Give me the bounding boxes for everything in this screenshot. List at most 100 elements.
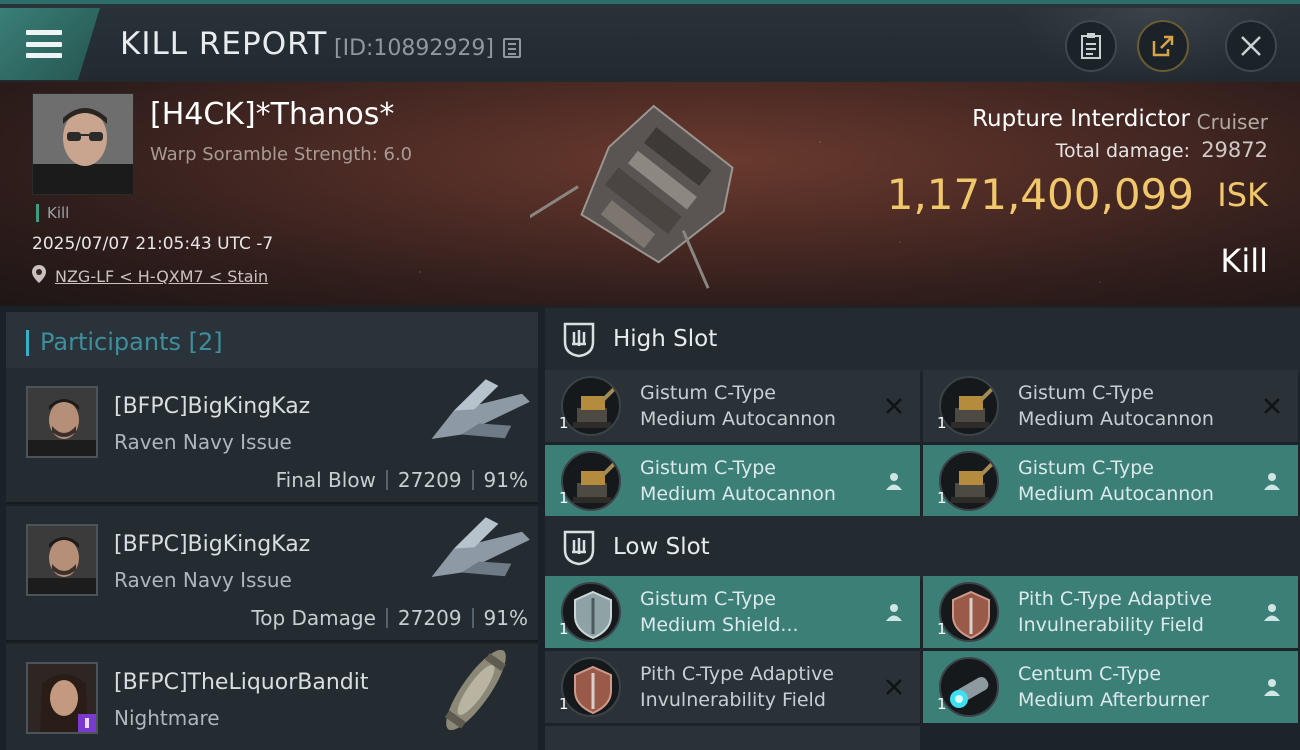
module-quantity: 1 xyxy=(937,489,947,507)
participant-row[interactable]: [BFPC]TheLiquorBandit Nightmare xyxy=(6,644,538,750)
module-quantity: 1 xyxy=(937,414,947,432)
module-quantity: 1 xyxy=(559,695,569,713)
share-icon xyxy=(1152,35,1174,57)
module-slot[interactable] xyxy=(545,726,920,750)
module-name: Pith C-Type Adaptive Invulnerability Fiel… xyxy=(1018,588,1212,636)
module-name: Centum C-Type Medium Afterburner xyxy=(1018,663,1209,711)
participant-name[interactable]: [BFPC]TheLiquorBandit xyxy=(114,670,368,695)
autocannon-icon xyxy=(939,376,999,436)
participant-ship-image xyxy=(444,650,506,730)
close-button[interactable] xyxy=(1225,20,1277,72)
module-name: Gistum C-Type Medium Autocannon xyxy=(1018,382,1214,430)
module-name: Gistum C-Type Medium Autocannon xyxy=(640,382,836,430)
participant-portrait[interactable] xyxy=(26,662,98,734)
destroyed-icon xyxy=(886,679,902,695)
high-slot-title: High Slot xyxy=(613,326,718,352)
dropped-person-icon xyxy=(1264,679,1280,696)
participant-percent: 91% xyxy=(483,606,528,630)
victim-name[interactable]: [H4CK]*Thanos* xyxy=(150,97,394,132)
autocannon-icon xyxy=(939,451,999,511)
module-slot[interactable]: 1 Pith C-Type Adaptive Invulnerability Fi… xyxy=(923,576,1298,648)
victim-banner: [H4CK]*Thanos* Warp Soramble Strength: 6… xyxy=(0,82,1300,306)
report-id: [ID:10892929] xyxy=(334,36,494,61)
module-name: Gistum C-Type Medium Shield... xyxy=(640,588,799,636)
victim-ship-image xyxy=(530,104,734,289)
invulnerability-field-icon xyxy=(561,657,621,717)
participant-ship: Nightmare xyxy=(114,706,220,730)
victim-ship-name[interactable]: Rupture Interdictor xyxy=(972,106,1190,132)
avatar xyxy=(33,94,133,194)
participant-ship-image xyxy=(431,517,530,577)
clipboard-icon xyxy=(1081,33,1101,59)
title-bar: KILL REPORT [ID:10892929] xyxy=(0,0,1300,84)
module-quantity: 1 xyxy=(559,489,569,507)
isk-value: 1,171,400,099 xyxy=(886,170,1194,219)
participants-title: Participants [2] xyxy=(40,328,223,356)
module-slot[interactable]: 1 Gistum C-Type Medium Shield... xyxy=(545,576,920,648)
participant-name[interactable]: [BFPC]BigKingKaz xyxy=(114,394,310,419)
participant-stats: Top Damage 27209 91% xyxy=(251,606,528,630)
low-slot-icon xyxy=(563,530,595,566)
isk-unit: ISK xyxy=(1217,176,1268,214)
participants-panel: Participants [2] [BFPC]BigKingKaz Raven … xyxy=(0,306,543,750)
victim-portrait[interactable] xyxy=(32,93,134,195)
low-slot-header: Low Slot xyxy=(545,516,1300,580)
module-quantity: 1 xyxy=(937,695,947,713)
participants-header[interactable]: Participants [2] xyxy=(6,312,538,370)
hamburger-icon xyxy=(26,30,62,58)
module-name: Pith C-Type Adaptive Invulnerability Fiel… xyxy=(640,663,834,711)
share-button[interactable] xyxy=(1137,20,1189,72)
divider xyxy=(385,470,388,490)
module-slot[interactable]: 1 Gistum C-Type Medium Autocannon xyxy=(545,370,920,442)
autocannon-icon xyxy=(561,376,621,436)
module-quantity: 1 xyxy=(559,414,569,432)
module-slot[interactable]: 1 Centum C-Type Medium Afterburner xyxy=(923,651,1298,723)
participant-portrait[interactable] xyxy=(26,386,98,458)
participant-ship: Raven Navy Issue xyxy=(114,568,292,592)
total-damage-value: 29872 xyxy=(1201,138,1268,162)
dropped-person-icon xyxy=(886,473,902,490)
participant-stats: Final Blow 27209 91% xyxy=(276,468,528,492)
dropped-person-icon xyxy=(1264,473,1280,490)
participant-name[interactable]: [BFPC]BigKingKaz xyxy=(114,532,310,557)
dropped-person-icon xyxy=(886,604,902,621)
kill-tag: Kill xyxy=(36,204,69,222)
participant-row[interactable]: [BFPC]BigKingKaz Raven Navy Issue Top Da… xyxy=(6,506,538,642)
module-quantity: 1 xyxy=(937,620,947,638)
victim-ship-class: Cruiser xyxy=(1196,110,1268,134)
top-damage-label: Top Damage xyxy=(251,606,376,630)
menu-button[interactable] xyxy=(0,8,100,80)
header-accent-bar xyxy=(26,330,29,356)
fittings-panel: High Slot 1 Gistum C-Type Medium Autocann… xyxy=(545,306,1300,750)
location-link[interactable]: NZG-LF < H-QXM7 < Stain xyxy=(55,267,268,286)
module-name: Gistum C-Type Medium Autocannon xyxy=(640,457,836,505)
clipboard-button[interactable] xyxy=(1065,20,1117,72)
participant-row[interactable]: [BFPC]BigKingKaz Raven Navy Issue Final … xyxy=(6,368,538,504)
close-icon xyxy=(1241,36,1261,56)
participant-ship-image xyxy=(431,379,530,439)
kill-timestamp: 2025/07/07 21:05:43 UTC -7 xyxy=(32,234,274,254)
total-damage-label: Total damage: xyxy=(1055,140,1190,162)
participant-damage: 27209 xyxy=(397,606,462,630)
avatar xyxy=(28,664,96,732)
high-slot-icon xyxy=(563,322,595,358)
participant-portrait[interactable] xyxy=(26,524,98,596)
module-slot[interactable]: 1 Gistum C-Type Medium Autocannon xyxy=(545,445,920,517)
module-slot[interactable]: 1 Gistum C-Type Medium Autocannon xyxy=(923,370,1298,442)
participant-ship: Raven Navy Issue xyxy=(114,430,292,454)
high-slot-header: High Slot xyxy=(545,308,1300,372)
autocannon-icon xyxy=(561,451,621,511)
page-title: KILL REPORT xyxy=(120,26,328,62)
module-slot[interactable]: 1 Gistum C-Type Medium Autocannon xyxy=(923,445,1298,517)
shield-extender-icon xyxy=(561,582,621,642)
copy-icon[interactable] xyxy=(503,38,521,58)
module-slot[interactable]: 1 Pith C-Type Adaptive Invulnerability Fi… xyxy=(545,651,920,723)
avatar xyxy=(28,526,96,594)
divider xyxy=(471,470,474,490)
warp-scramble-strength: Warp Soramble Strength: 6.0 xyxy=(150,144,413,165)
participant-damage: 27209 xyxy=(397,468,462,492)
participant-percent: 91% xyxy=(483,468,528,492)
destroyed-icon xyxy=(886,398,902,414)
final-blow-label: Final Blow xyxy=(275,468,376,492)
divider xyxy=(471,608,474,628)
